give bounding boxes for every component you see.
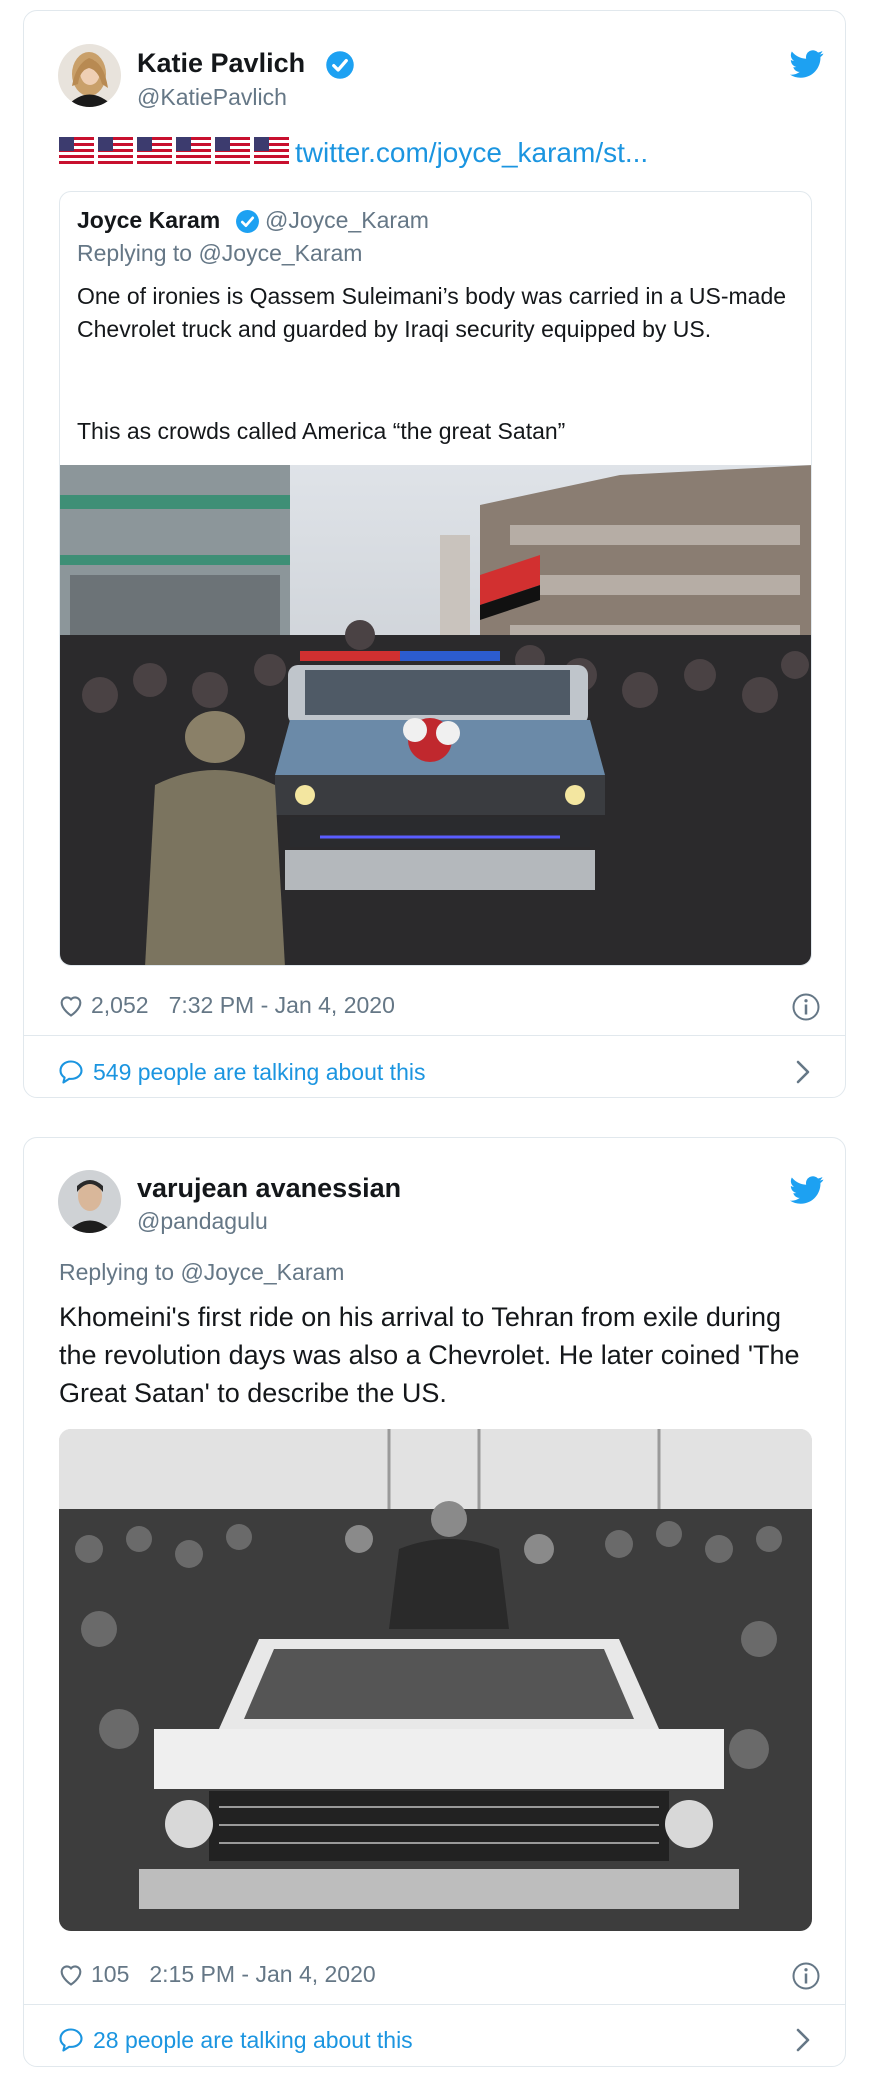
quoted-tweet-photo[interactable] — [60, 465, 812, 966]
us-flag-icon — [137, 137, 172, 164]
us-flag-emojis — [59, 137, 289, 165]
us-flag-icon — [98, 137, 133, 164]
verified-badge-icon — [326, 51, 354, 79]
quoted-tweet-link[interactable]: twitter.com/joyce_karam/st... — [295, 137, 648, 169]
chevron-right-icon[interactable] — [792, 1057, 814, 1087]
embedded-tweet-varujean-avanessian: varujean avanessian @pandagulu Replying … — [23, 1137, 846, 2067]
conversation-count[interactable]: 28 people are talking about this — [93, 2027, 413, 2054]
quoted-tweet-text-second: This as crowds called America “the great… — [77, 418, 566, 444]
quoted-tweet[interactable]: Joyce Karam @Joyce_Karam Replying to @Jo… — [59, 191, 812, 966]
heart-icon[interactable] — [57, 1960, 85, 1988]
like-count[interactable]: 2,052 — [91, 992, 149, 1019]
comment-bubble-icon — [59, 1060, 83, 1084]
author-handle[interactable]: @KatiePavlich — [137, 84, 287, 111]
divider — [24, 1035, 845, 1036]
quoted-tweet-text: One of ironies is Qassem Suleimani’s bod… — [77, 283, 787, 342]
chevron-right-icon[interactable] — [792, 2025, 814, 2055]
tweet-timestamp[interactable]: 2:15 PM - Jan 4, 2020 — [149, 1961, 375, 1988]
heart-icon[interactable] — [57, 991, 85, 1019]
tweet-photo[interactable] — [59, 1429, 812, 1931]
twitter-bird-icon[interactable] — [790, 47, 824, 81]
quoted-replying-to: Replying to @Joyce_Karam — [77, 240, 363, 266]
embedded-tweet-katie-pavlich: Katie Pavlich @KatiePavlich twitter.com/… — [23, 10, 846, 1098]
twitter-bird-icon[interactable] — [790, 1173, 824, 1207]
us-flag-icon — [215, 137, 250, 164]
conversation-link[interactable]: 28 people are talking about this — [57, 2026, 413, 2054]
author-name[interactable]: Katie Pavlich — [137, 48, 305, 79]
author-handle[interactable]: @pandagulu — [137, 1208, 268, 1235]
verified-badge-icon — [236, 210, 259, 233]
author-name[interactable]: varujean avanessian — [137, 1173, 401, 1204]
us-flag-icon — [176, 137, 211, 164]
us-flag-icon — [59, 137, 94, 164]
tweet-meta: 105 2:15 PM - Jan 4, 2020 — [57, 1960, 376, 1988]
quoted-author-name[interactable]: Joyce Karam — [77, 207, 220, 234]
conversation-count[interactable]: 549 people are talking about this — [93, 1059, 425, 1086]
tweet-meta: 2,052 7:32 PM - Jan 4, 2020 — [57, 991, 395, 1019]
info-icon[interactable] — [791, 992, 821, 1022]
replying-to[interactable]: Replying to @Joyce_Karam — [59, 1259, 344, 1286]
us-flag-icon — [254, 137, 289, 164]
avatar-varujean-avanessian[interactable] — [58, 1170, 121, 1233]
comment-bubble-icon — [59, 2028, 83, 2052]
like-count[interactable]: 105 — [91, 1961, 129, 1988]
avatar-katie-pavlich[interactable] — [58, 44, 121, 107]
info-icon[interactable] — [791, 1961, 821, 1991]
quoted-author-handle[interactable]: @Joyce_Karam — [265, 207, 429, 234]
tweet-timestamp[interactable]: 7:32 PM - Jan 4, 2020 — [169, 992, 395, 1019]
tweet-text: Khomeini's first ride on his arrival to … — [59, 1302, 800, 1408]
conversation-link[interactable]: 549 people are talking about this — [57, 1058, 425, 1086]
divider — [24, 2004, 845, 2005]
